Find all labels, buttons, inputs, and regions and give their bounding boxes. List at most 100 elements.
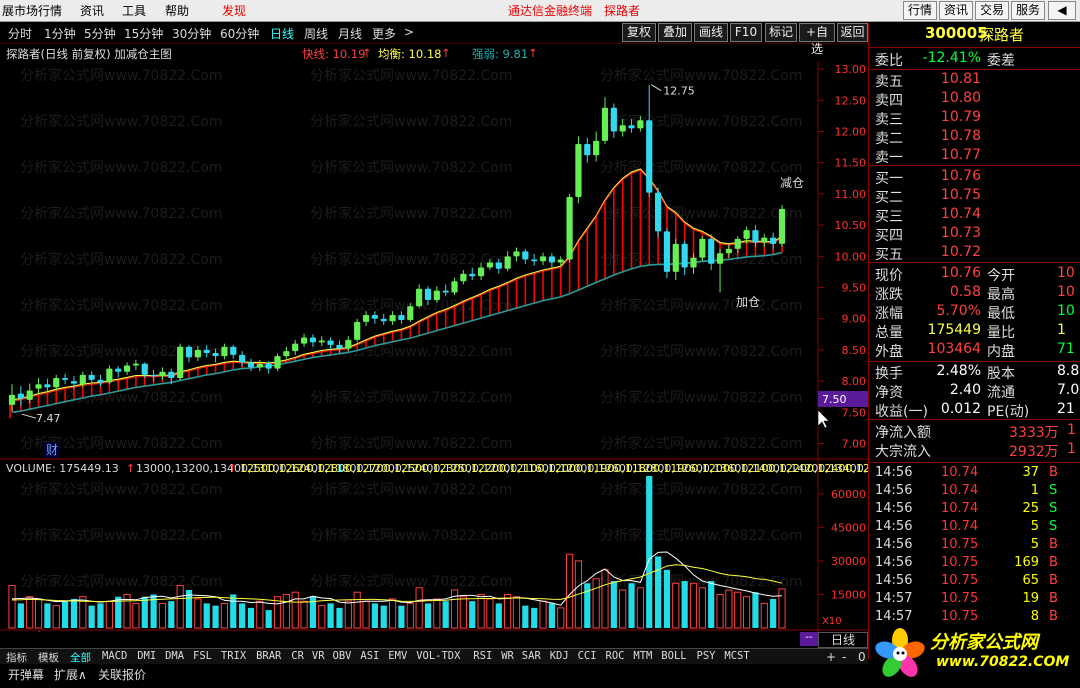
indicator-tab-voltdx[interactable]: VOL-TDX	[416, 650, 460, 662]
date-month-5: 5	[90, 630, 97, 632]
indicator-tab-vr[interactable]: VR	[312, 650, 325, 662]
quote-button[interactable]: 行情	[903, 1, 937, 20]
period-weekly[interactable]: 周线	[304, 25, 328, 42]
indicator-tab-dmi[interactable]: DMI	[137, 650, 156, 662]
period-label[interactable]: 日线	[818, 632, 868, 648]
indicator-tab-fsl[interactable]: FSL	[193, 650, 212, 662]
draw-button[interactable]: 画线	[694, 23, 728, 42]
indicator-tab-[interactable]: 模板	[38, 650, 59, 665]
y-tick-label: 8.00	[842, 375, 867, 388]
indicator-tab-dma[interactable]: DMA	[165, 650, 184, 662]
indicator-tab-kdj[interactable]: KDJ	[550, 650, 569, 662]
tick-row[interactable]: 14:56 10.74 25 S	[869, 501, 1080, 519]
period-1min[interactable]: 1分钟	[44, 25, 76, 42]
adjust-button[interactable]: 复权	[622, 23, 656, 42]
kline-chart[interactable]: 分析家公式网www.70822.Com 分析家公式网www.70822.Com 分析…	[0, 62, 1080, 643]
tick-price: 10.75	[941, 537, 979, 552]
expand-tab[interactable]: 扩展∧	[54, 666, 87, 683]
stat-value: 10.76	[940, 265, 981, 281]
avg-line-value: 均衡: 10.18	[378, 47, 442, 61]
menu-help[interactable]: 帮助	[165, 2, 189, 19]
indicator-tab-obv[interactable]: OBV	[333, 650, 352, 662]
tick-side: B	[1049, 573, 1058, 588]
watermark-text: 分析家公式网www.70822.Com	[600, 435, 802, 452]
chevron-right-icon[interactable]: >	[404, 25, 414, 39]
watermark-text: 分析家公式网www.70822.Com	[310, 159, 512, 176]
flow-label: 净流入额	[875, 425, 931, 441]
back-arrow-icon[interactable]: ◀	[1048, 1, 1076, 20]
candle-body	[44, 384, 51, 388]
scroll-end-marker[interactable]: --	[800, 632, 818, 646]
indicator-tab-cci[interactable]: CCI	[578, 650, 597, 662]
candle-body	[442, 290, 449, 293]
tick-row[interactable]: 14:57 10.75 19 B	[869, 591, 1080, 609]
tick-row[interactable]: 14:56 10.74 5 S	[869, 519, 1080, 537]
menu-tools[interactable]: 工具	[122, 2, 146, 19]
return-button[interactable]: 返回	[837, 23, 868, 42]
candle-body	[699, 238, 706, 258]
indicator-tab-brar[interactable]: BRAR	[256, 650, 281, 662]
add-favorite-button[interactable]: +自选	[799, 23, 835, 56]
menu-info[interactable]: 资讯	[80, 2, 104, 19]
bid-row-3: 买三 10.74	[869, 206, 1080, 225]
mark-button[interactable]: 标记	[765, 23, 797, 42]
period-15min[interactable]: 15分钟	[124, 25, 163, 42]
f10-button[interactable]: F10	[730, 23, 762, 42]
trade-button[interactable]: 交易	[975, 1, 1009, 20]
related-quote-tab[interactable]: 关联报价	[98, 666, 146, 683]
chart-area[interactable]: 分析家公式网www.70822.Com 分析家公式网www.70822.Com 分析…	[0, 62, 1080, 643]
service-button[interactable]: 服务	[1011, 1, 1045, 20]
barrage-tab[interactable]: 开弹幕	[8, 666, 44, 683]
period-monthly[interactable]: 月线	[338, 25, 362, 42]
candle-body	[265, 363, 272, 369]
watermark-text: 分析家公式网www.70822.Com	[310, 251, 512, 268]
volume-bar	[442, 601, 449, 628]
indicator-tab-rsi[interactable]: RSI	[473, 650, 492, 662]
period-more[interactable]: 更多	[372, 25, 396, 42]
tick-row[interactable]: 14:56 10.75 65 B	[869, 573, 1080, 591]
candle-body	[504, 256, 511, 269]
indicator-tab-asi[interactable]: ASI	[360, 650, 379, 662]
indicator-tab-[interactable]: 指标	[6, 650, 27, 665]
indicator-tab-trix[interactable]: TRIX	[221, 650, 246, 662]
indicator-tab-wr[interactable]: WR	[501, 650, 514, 662]
stat-label: 换手	[875, 366, 903, 382]
indicator-tab-roc[interactable]: ROC	[606, 650, 625, 662]
tick-side: B	[1049, 591, 1058, 606]
indicator-tab-[interactable]: 全部	[70, 650, 91, 665]
tick-row[interactable]: 14:56 10.74 37 B	[869, 465, 1080, 483]
tick-volume: 25	[1022, 501, 1039, 516]
indicator-tab-boll[interactable]: BOLL	[661, 650, 686, 662]
candle-body	[53, 378, 60, 388]
candle-body	[610, 107, 617, 132]
indicator-tab-cr[interactable]: CR	[291, 650, 304, 662]
news-button[interactable]: 资讯	[939, 1, 973, 20]
ask-label: 卖四	[875, 93, 903, 109]
zoom-out-button[interactable]: -	[842, 650, 846, 664]
ask-label: 卖三	[875, 112, 903, 128]
stat-row: 收益(一) 0.012 PE(动) 21	[869, 401, 1080, 420]
indicator-tab-macd[interactable]: MACD	[102, 650, 127, 662]
period-timeshare[interactable]: 分时	[8, 25, 32, 42]
tick-row[interactable]: 14:56 10.74 1 S	[869, 483, 1080, 501]
indicator-tab-emv[interactable]: EMV	[388, 650, 407, 662]
overlay-button[interactable]: 叠加	[658, 23, 692, 42]
period-daily[interactable]: 日线	[270, 25, 294, 42]
stat-value: 0.58	[949, 284, 981, 300]
tick-row[interactable]: 14:56 10.75 5 B	[869, 537, 1080, 555]
tick-price: 10.75	[941, 609, 979, 624]
indicator-tab-psy[interactable]: PSY	[697, 650, 716, 662]
zoom-in-button[interactable]: +	[826, 650, 836, 664]
indicator-tab-sar[interactable]: SAR	[522, 650, 541, 662]
indicator-tab-mtm[interactable]: MTM	[633, 650, 652, 662]
period-5min[interactable]: 5分钟	[84, 25, 116, 42]
volume-bar	[336, 607, 343, 628]
period-60min[interactable]: 60分钟	[220, 25, 259, 42]
menu-discover[interactable]: 发现	[222, 2, 246, 19]
tick-row[interactable]: 14:56 10.75 169 B	[869, 555, 1080, 573]
zoom-reset-button[interactable]: 0	[858, 650, 866, 664]
menu-market[interactable]: 展市场行情	[2, 2, 62, 19]
period-30min[interactable]: 30分钟	[172, 25, 211, 42]
tick-time: 14:57	[875, 609, 913, 624]
indicator-tab-mcst[interactable]: MCST	[724, 650, 749, 662]
